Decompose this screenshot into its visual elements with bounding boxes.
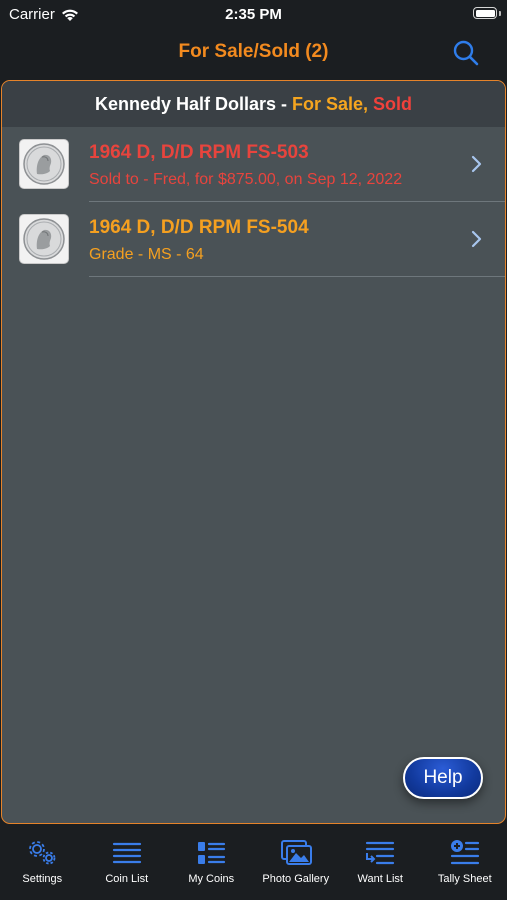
help-button[interactable]: Help: [403, 757, 483, 799]
status-time: 2:35 PM: [225, 6, 282, 23]
nav-bar: For Sale/Sold (2): [0, 30, 507, 78]
status-bar: Carrier 2:35 PM: [0, 0, 507, 30]
tab-label: Want List: [357, 873, 403, 885]
tab-photo-gallery[interactable]: Photo Gallery: [254, 826, 339, 900]
tab-tally-sheet[interactable]: Tally Sheet: [423, 826, 507, 900]
coin-row[interactable]: 1964 D, D/D RPM FS-504 Grade - MS - 64: [2, 202, 505, 277]
coin-title: 1964 D, D/D RPM FS-503: [89, 142, 309, 163]
photos-icon: [280, 840, 312, 865]
section-comma: ,: [363, 93, 374, 114]
tab-want-list[interactable]: Want List: [338, 826, 423, 900]
coin-image: [23, 143, 65, 185]
coin-subtitle: Sold to - Fred, for $875.00, on Sep 12, …: [89, 171, 403, 188]
section-sold-label: Sold: [373, 93, 413, 114]
tab-coin-list[interactable]: Coin List: [85, 826, 170, 900]
battery-fill: [475, 9, 495, 17]
battery-icon: [473, 7, 497, 19]
tab-bar: Settings Coin List My Coins Photo Galler…: [0, 826, 507, 900]
tab-label: Coin List: [105, 873, 149, 885]
coin-thumbnail: [20, 215, 68, 263]
gears-icon: [29, 841, 56, 865]
tab-label: Tally Sheet: [437, 873, 492, 885]
section-series-label: Kennedy Half Dollars -: [94, 93, 292, 114]
search-icon[interactable]: [451, 38, 481, 68]
coin-title: 1964 D, D/D RPM FS-504: [89, 217, 309, 238]
tally-add-icon: [450, 840, 479, 865]
coin-list-panel: Kennedy Half Dollars - For Sale , Sold 1…: [1, 80, 506, 824]
want-list-icon: [366, 841, 395, 865]
row-divider: [89, 276, 505, 277]
coin-subtitle: Grade - MS - 64: [89, 246, 204, 263]
list-icon: [112, 842, 141, 864]
coin-image: [23, 218, 65, 260]
tab-label: Settings: [22, 873, 63, 885]
page-title: For Sale/Sold (2): [178, 41, 329, 62]
tab-label: Photo Gallery: [262, 873, 330, 885]
section-for-sale-label: For Sale: [292, 93, 364, 114]
section-header: Kennedy Half Dollars - For Sale , Sold: [2, 81, 505, 127]
screen: Carrier 2:35 PM For Sale/Sold (2) Kenned…: [0, 0, 507, 900]
tab-settings[interactable]: Settings: [0, 826, 85, 900]
tab-my-coins[interactable]: My Coins: [169, 826, 254, 900]
coin-row[interactable]: 1964 D, D/D RPM FS-503 Sold to - Fred, f…: [2, 127, 505, 202]
tab-label: My Coins: [188, 873, 235, 885]
battery-tip: [499, 11, 501, 16]
coin-thumbnail: [20, 140, 68, 188]
chevron-right-icon: [471, 230, 482, 248]
chevron-right-icon: [471, 155, 482, 173]
grid-list-icon: [198, 842, 226, 864]
